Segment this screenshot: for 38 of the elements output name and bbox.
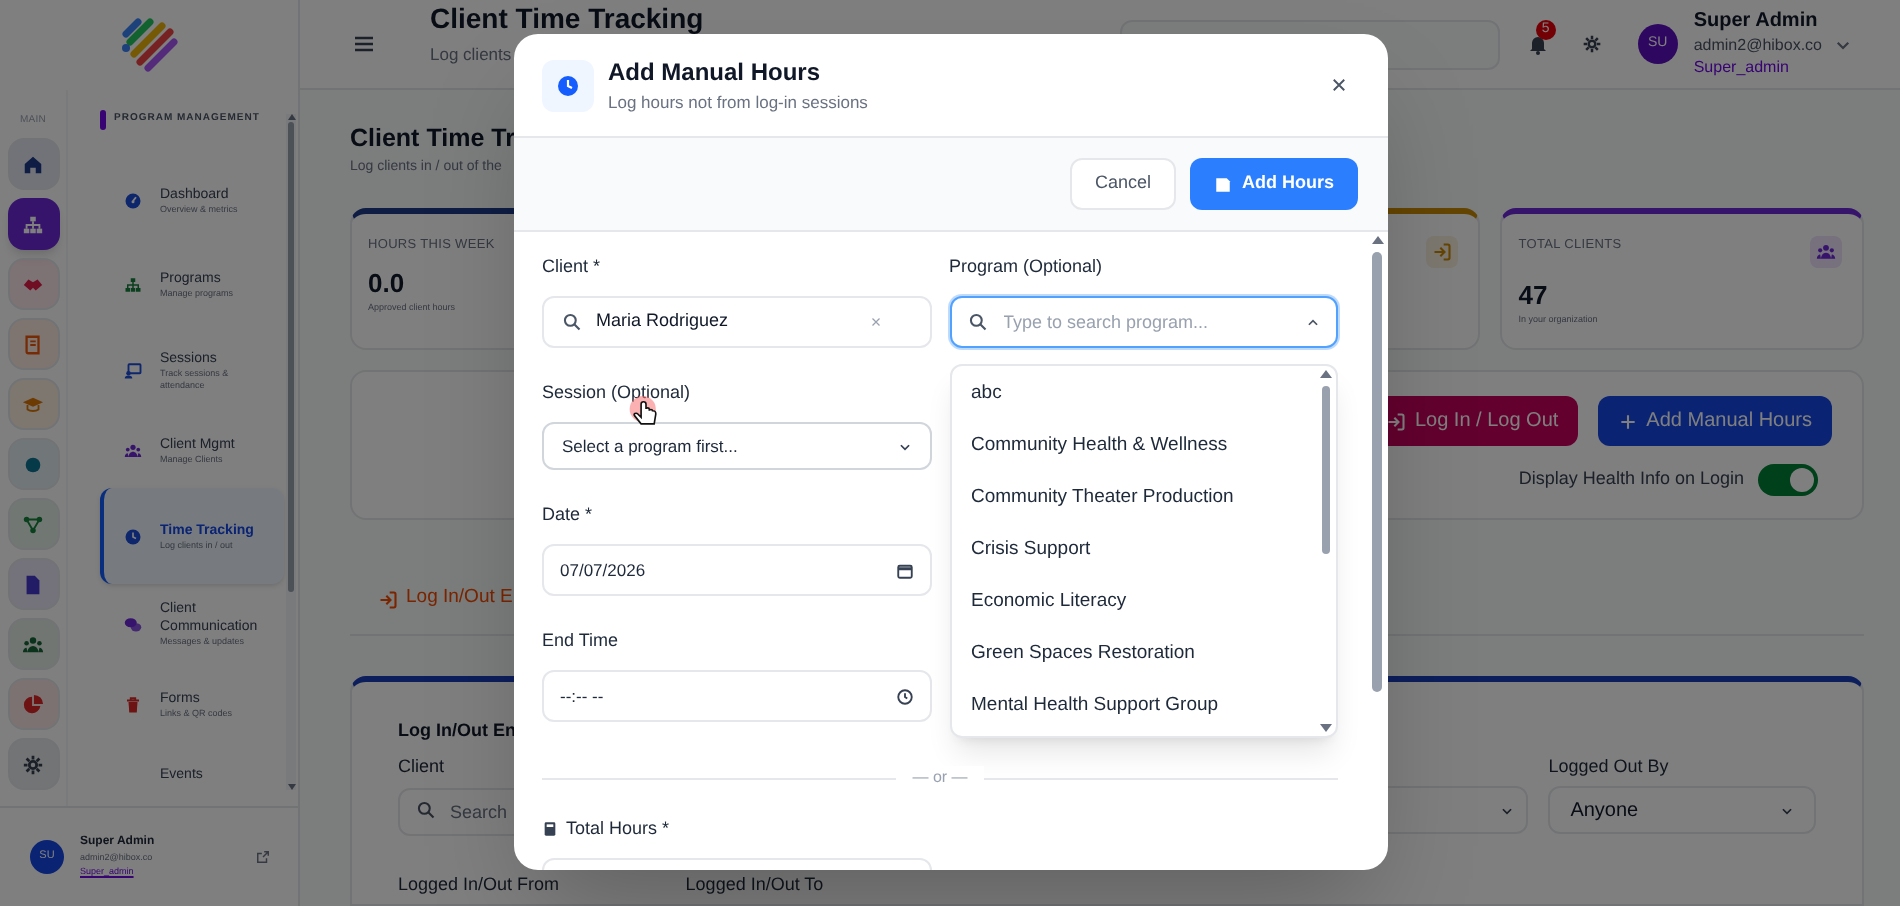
- stat-value: 0.0: [368, 267, 407, 298]
- user-role-link[interactable]: Super_admin: [1693, 56, 1822, 78]
- program-option[interactable]: Mental Health Support Group: [969, 680, 1312, 732]
- main-title: Client Time Tr: [350, 124, 517, 154]
- end-time-field[interactable]: --:-- --: [542, 670, 931, 722]
- field-label: Client: [398, 756, 445, 778]
- program-search-field[interactable]: Type to search program...: [949, 296, 1338, 348]
- page-subtitle: Log clients: [430, 42, 514, 66]
- modal-subtitle: Log hours not from log-in sessions: [608, 89, 870, 113]
- user-email: admin2@hibox.co: [1693, 34, 1822, 56]
- modal-title: Add Manual Hours: [608, 57, 823, 87]
- field-label: Logged Out By: [1548, 756, 1669, 778]
- field-label: Program (Optional): [949, 254, 1103, 280]
- field-label: Session (Optional): [542, 380, 691, 406]
- tab[interactable]: Log In/Out E: [378, 584, 513, 614]
- program-option[interactable]: Community Theater Production: [969, 472, 1312, 524]
- program-option[interactable]: Economic Literacy: [969, 576, 1312, 628]
- field-label: Logged In/Out From: [398, 874, 560, 896]
- toggle-label: Display Health Info on Login: [1518, 466, 1744, 493]
- user-name: Super Admin: [1693, 10, 1820, 34]
- program-option[interactable]: Green Spaces Restoration: [969, 628, 1312, 680]
- field-label: Logged In/Out To: [685, 874, 824, 896]
- field-label: End Time: [542, 628, 619, 654]
- field-label: Date *: [542, 502, 593, 528]
- add-manual-hours-button[interactable]: Add Manual Hours: [1598, 396, 1832, 446]
- date-field[interactable]: 07/07/2026: [542, 544, 931, 596]
- program-option[interactable]: Crisis Support: [969, 524, 1312, 576]
- field-label: Client *: [542, 254, 601, 280]
- add-hours-button[interactable]: Add Hours: [1190, 158, 1358, 210]
- session-select[interactable]: Select a program first...: [542, 422, 931, 470]
- logged-out-by-select[interactable]: Anyone: [1548, 786, 1816, 834]
- stat-value: 47: [1518, 280, 1550, 310]
- program-option[interactable]: Community Health & Wellness: [969, 420, 1312, 472]
- client-field[interactable]: Maria Rodriguez: [542, 296, 931, 348]
- program-option[interactable]: abc: [969, 368, 1312, 420]
- field-label: Total Hours *: [566, 816, 670, 840]
- page-title: Client Time Tracking: [430, 4, 704, 34]
- cancel-button[interactable]: Cancel: [1070, 158, 1176, 210]
